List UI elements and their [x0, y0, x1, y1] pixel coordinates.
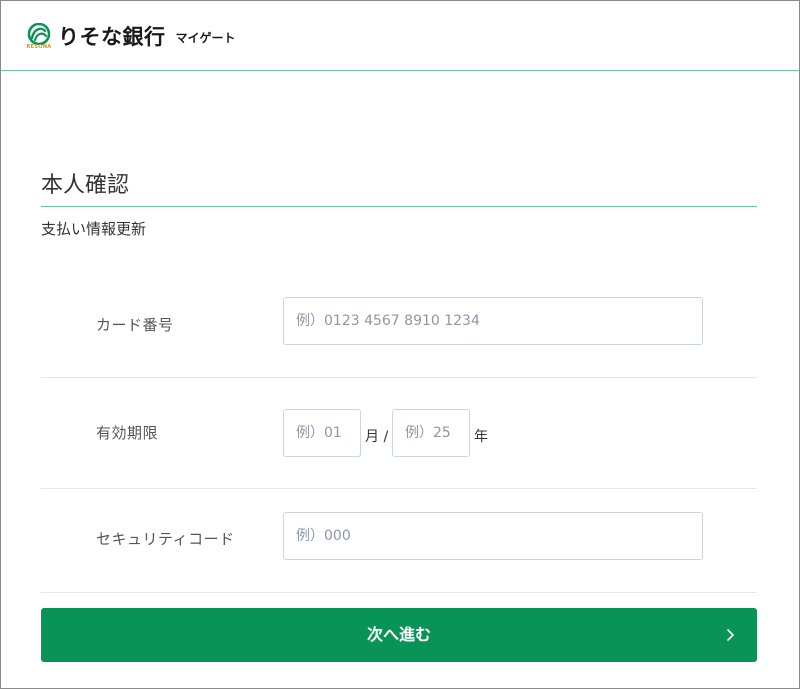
security-code-row: セキュリティコード — [41, 489, 757, 593]
card-number-row: カード番号 — [41, 276, 757, 378]
expiry-year-unit: 年 — [474, 429, 488, 445]
page-title: 本人確認 — [41, 173, 130, 198]
expiry-label: 有効期限 — [96, 424, 159, 442]
chevron-right-icon — [727, 629, 734, 641]
page-subtitle: 支払い情報更新 — [41, 220, 147, 238]
expiry-year-input[interactable] — [392, 409, 470, 457]
product-name: マイゲート — [175, 31, 236, 45]
brand-name: りそな銀行 — [58, 24, 166, 49]
security-code-input[interactable] — [283, 512, 703, 560]
next-button[interactable]: 次へ進む — [41, 608, 757, 662]
expiry-month-unit: 月 / — [365, 429, 389, 445]
card-number-input[interactable] — [283, 297, 703, 345]
title-divider — [41, 206, 757, 207]
resona-logo: RESONA — [24, 22, 54, 53]
next-button-label: 次へ進む — [366, 625, 431, 644]
page-frame: RESONA りそな銀行 マイゲート 本人確認 支払い情報更新 カード番号 有効… — [0, 0, 800, 689]
logo-text: RESONA — [26, 43, 52, 50]
resona-logo-icon — [27, 22, 51, 45]
site-header: RESONA りそな銀行 マイゲート — [1, 1, 799, 71]
expiry-row: 有効期限 月 / 年 — [41, 378, 757, 489]
card-number-label: カード番号 — [96, 316, 174, 334]
expiry-month-input[interactable] — [283, 409, 361, 457]
security-code-label: セキュリティコード — [96, 530, 235, 548]
